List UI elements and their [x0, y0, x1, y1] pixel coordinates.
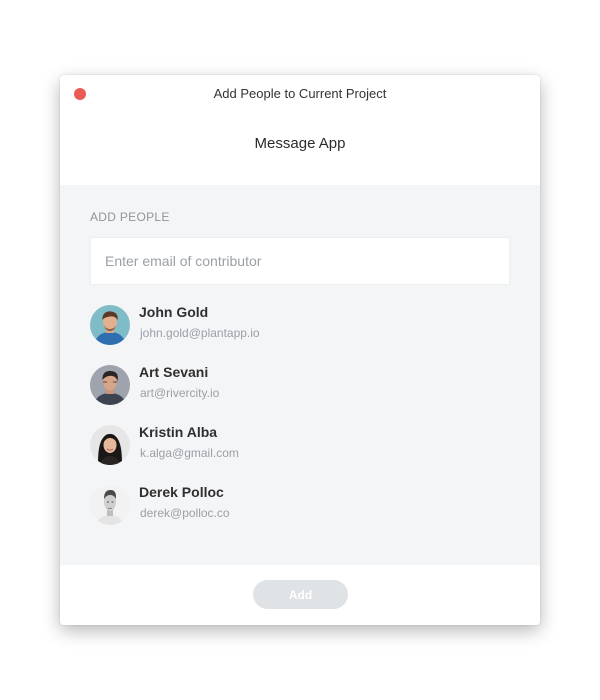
person-name: Art Sevani: [139, 364, 209, 380]
window-title: Add People to Current Project: [213, 86, 387, 101]
add-people-dialog: Add People to Current Project Message Ap…: [60, 75, 540, 625]
dialog-footer: Add: [60, 565, 540, 625]
person-item[interactable]: Kristin Alba k.alga@gmail.com: [90, 423, 510, 483]
avatar: [90, 365, 130, 405]
add-button[interactable]: Add: [253, 580, 348, 609]
person-item[interactable]: Derek Polloc derek@polloc.co: [90, 483, 510, 543]
people-list: John Gold john.gold@plantapp.io Art Seva…: [90, 303, 510, 543]
person-email: derek@polloc.co: [140, 506, 230, 520]
person-email: k.alga@gmail.com: [140, 446, 239, 460]
person-item[interactable]: John Gold john.gold@plantapp.io: [90, 303, 510, 363]
contributor-email-input[interactable]: [90, 237, 510, 285]
person-email: art@rivercity.io: [140, 386, 220, 400]
section-label: ADD PEOPLE: [90, 210, 170, 224]
app-name: Message App: [254, 135, 346, 152]
person-name: Derek Polloc: [139, 484, 224, 500]
person-email: john.gold@plantapp.io: [140, 326, 260, 340]
avatar: [90, 305, 130, 345]
avatar: [90, 485, 130, 525]
person-name: Kristin Alba: [139, 424, 218, 440]
title-bar: Add People to Current Project: [60, 75, 540, 113]
add-people-panel: ADD PEOPLE John Gold john.gold@plantapp.…: [60, 185, 540, 565]
person-item[interactable]: Art Sevani art@rivercity.io: [90, 363, 510, 423]
avatar: [90, 425, 130, 465]
person-name: John Gold: [139, 304, 209, 320]
